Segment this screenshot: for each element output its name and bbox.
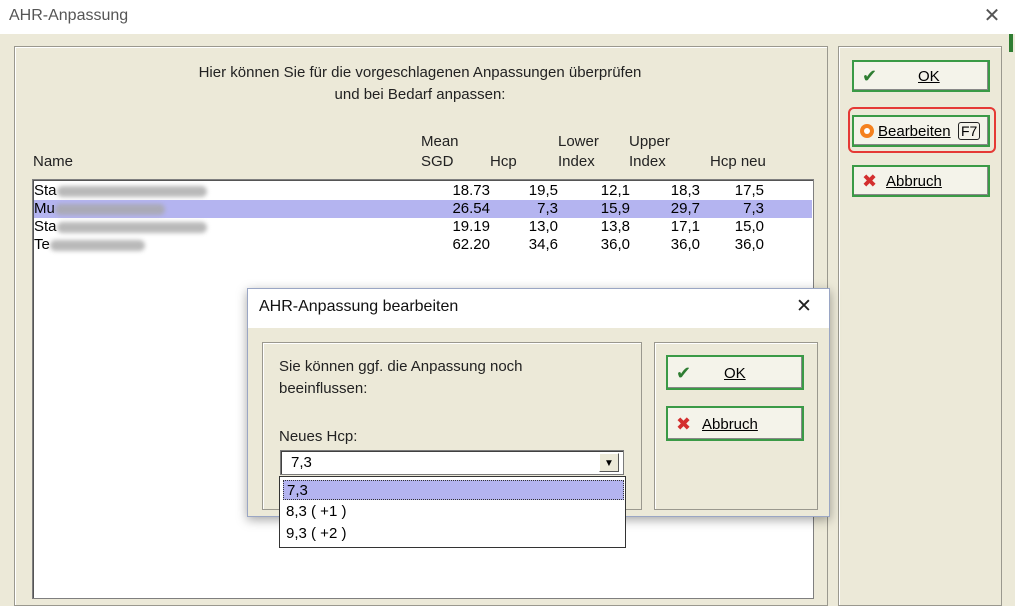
redacted-name <box>49 239 145 251</box>
cell-upper-index: 17,1 <box>670 218 700 235</box>
row-name-prefix: Te <box>34 236 50 253</box>
chevron-down-icon[interactable]: ▼ <box>599 453 619 472</box>
dialog-cancel-label: Abbruch <box>702 416 758 433</box>
cell-lower-index: 12,1 <box>600 182 630 199</box>
cell-upper-index: 36,0 <box>670 236 700 253</box>
new-hcp-label: Neues Hcp: <box>279 428 358 445</box>
dialog-cancel-button[interactable]: ✖ Abbruch <box>666 406 804 441</box>
cancel-x-icon: ✖ <box>862 171 878 192</box>
edit-dialog-message-line-1: Sie können ggf. die Anpassung noch <box>279 358 523 375</box>
col-header-upper-1: Upper <box>629 133 670 150</box>
dialog-ok-button[interactable]: ✔ OK <box>666 355 804 390</box>
window-edge-accent <box>1009 34 1013 52</box>
row-name-prefix: Sta <box>34 182 57 199</box>
cell-hcp: 13,0 <box>528 218 558 235</box>
edit-dialog-message-line-2: beeinflussen: <box>279 380 368 397</box>
edit-dialog-close-button[interactable]: ✕ <box>790 293 818 319</box>
check-icon: ✔ <box>676 363 692 384</box>
check-icon: ✔ <box>862 66 878 87</box>
row-name-prefix: Sta <box>34 218 57 235</box>
col-header-hcp: Hcp <box>490 153 517 170</box>
col-header-lower-2: Index <box>558 153 595 170</box>
cancel-button-label: Abbruch <box>886 173 942 190</box>
edit-dialog-message: Sie können ggf. die Anpassung noch beein… <box>279 356 523 400</box>
instructions-line-1: Hier können Sie für die vorgeschlagenen … <box>198 64 642 81</box>
dropdown-option[interactable]: 9,3 ( +2 ) <box>283 524 624 544</box>
window-titlebar <box>0 0 1015 34</box>
cell-hcp-neu: 17,5 <box>734 182 764 199</box>
table-row[interactable]: Sta 19.19 13,0 13,8 17,1 15,0 <box>34 218 812 236</box>
edit-button[interactable]: Bearbeiten F7 <box>852 115 990 147</box>
cell-mean-sgd: 26.54 <box>452 200 490 217</box>
cell-hcp-neu: 7,3 <box>743 200 764 217</box>
edit-button-label: Bearbeiten <box>878 123 951 140</box>
table-row[interactable]: Te 62.20 34,6 36,0 36,0 36,0 <box>34 236 812 254</box>
cell-hcp-neu: 36,0 <box>734 236 764 253</box>
cell-hcp: 34,6 <box>528 236 558 253</box>
table-row[interactable]: Sta 18.73 19,5 12,1 18,3 17,5 <box>34 182 812 200</box>
redacted-name <box>56 185 207 197</box>
combo-selected-value: 7,3 <box>291 454 312 471</box>
cell-mean-sgd: 18.73 <box>452 182 490 199</box>
cell-lower-index: 36,0 <box>600 236 630 253</box>
ok-button[interactable]: ✔ OK <box>852 60 990 92</box>
cell-hcp: 7,3 <box>537 200 558 217</box>
edit-dialog-title: AHR-Anpassung bearbeiten <box>259 298 459 315</box>
cell-mean-sgd: 62.20 <box>452 236 490 253</box>
cell-upper-index: 18,3 <box>670 182 700 199</box>
instructions-line-2: und bei Bedarf anpassen: <box>334 86 506 103</box>
cell-upper-index: 29,7 <box>670 200 700 217</box>
row-name-prefix: Mu <box>34 200 55 217</box>
col-header-lower-1: Lower <box>558 133 599 150</box>
redacted-name <box>56 221 207 233</box>
window-title: AHR-Anpassung <box>9 7 129 24</box>
cell-lower-index: 15,9 <box>600 200 630 217</box>
window-close-button[interactable]: ✕ <box>978 3 1006 27</box>
col-header-mean-2: SGD <box>421 153 454 170</box>
dialog-ok-label: OK <box>724 365 746 382</box>
redacted-name <box>54 203 165 215</box>
cell-mean-sgd: 19.19 <box>452 218 490 235</box>
cell-hcp-neu: 15,0 <box>734 218 764 235</box>
new-hcp-combobox[interactable]: 7,3 ▼ <box>280 450 624 475</box>
edit-shortcut-badge: F7 <box>958 122 981 140</box>
col-header-upper-2: Index <box>629 153 666 170</box>
instructions: Hier können Sie für die vorgeschlagenen … <box>100 62 740 106</box>
ok-button-label: OK <box>918 68 940 85</box>
cell-hcp: 19,5 <box>528 182 558 199</box>
cancel-x-icon: ✖ <box>676 414 692 435</box>
col-header-hcp-neu: Hcp neu <box>710 153 766 170</box>
new-hcp-dropdown-list[interactable]: 7,3 8,3 ( +1 ) 9,3 ( +2 ) <box>279 476 626 548</box>
table-row-selected[interactable]: Mu 26.54 7,3 15,9 29,7 7,3 <box>34 200 812 218</box>
dropdown-option-selected[interactable]: 7,3 <box>283 480 624 500</box>
dropdown-option[interactable]: 8,3 ( +1 ) <box>283 502 624 522</box>
col-header-name: Name <box>33 153 74 170</box>
cancel-button[interactable]: ✖ Abbruch <box>852 165 990 197</box>
edit-circle-icon <box>860 124 874 138</box>
col-header-mean-1: Mean <box>421 133 459 150</box>
cell-lower-index: 13,8 <box>600 218 630 235</box>
